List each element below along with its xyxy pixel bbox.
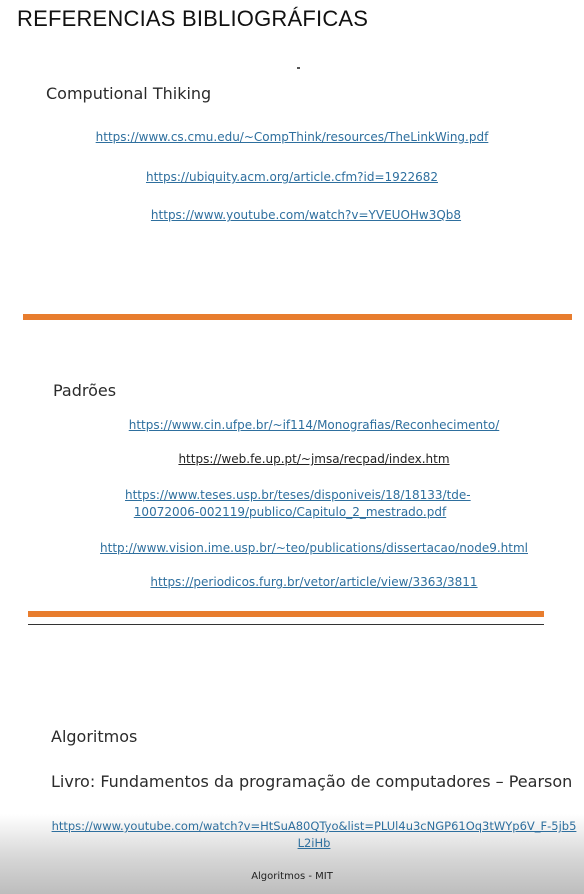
- slide-mark: [297, 67, 300, 69]
- reference-link[interactable]: https://web.fe.up.pt/~jmsa/recpad/index.…: [22, 452, 584, 466]
- reference-link[interactable]: https://periodicos.furg.br/vetor/article…: [22, 575, 584, 589]
- book-reference: Livro: Fundamentos da programação de com…: [51, 772, 573, 791]
- reference-link[interactable]: http://www.vision.ime.usp.br/~teo/public…: [22, 541, 584, 555]
- reference-link[interactable]: https://ubiquity.acm.org/article.cfm?id=…: [0, 170, 584, 184]
- reference-link[interactable]: https://www.cin.ufpe.br/~if114/Monografi…: [22, 418, 584, 432]
- section-heading-algoritmos: Algoritmos: [51, 727, 138, 746]
- reference-link[interactable]: https://www.youtube.com/watch?v=HtSuA80Q…: [49, 818, 579, 852]
- reference-link[interactable]: https://www.teses.usp.br/teses/disponive…: [125, 487, 471, 521]
- section-divider: [28, 611, 544, 617]
- page-title: REFERENCIAS BIBLIOGRÁFICAS: [17, 6, 369, 31]
- section-heading-padroes: Padrões: [53, 381, 117, 400]
- footer-label: Algoritmos - MIT: [251, 871, 333, 882]
- section-divider-thin: [28, 624, 544, 625]
- section-heading-computational: Computional Thiking: [46, 84, 212, 103]
- reference-link[interactable]: https://www.youtube.com/watch?v=YVEUOHw3…: [14, 208, 584, 222]
- section-divider: [23, 314, 572, 320]
- reference-link[interactable]: https://www.cs.cmu.edu/~CompThink/resour…: [0, 130, 584, 144]
